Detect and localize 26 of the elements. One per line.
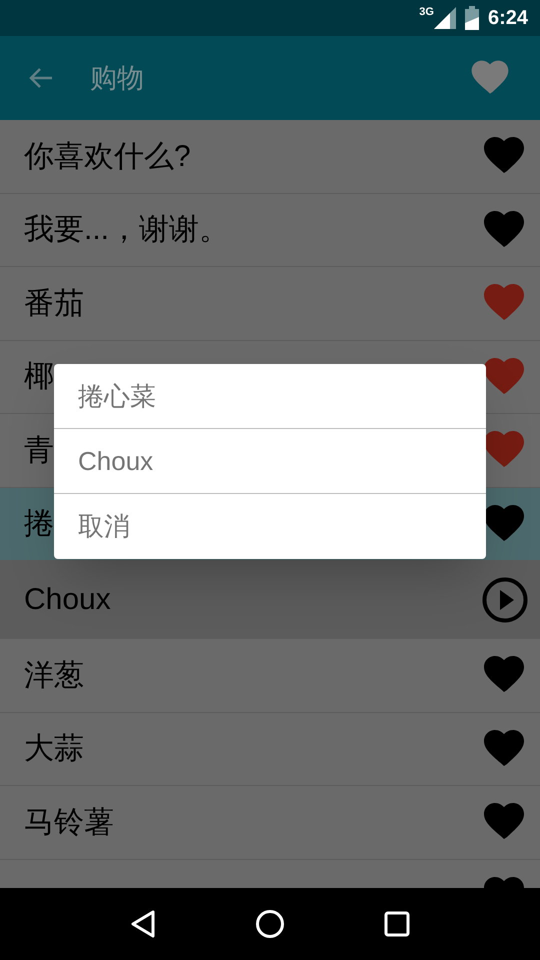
recents-icon[interactable] [384,911,410,937]
row-text: 椰 [24,359,54,396]
row-text: 马铃薯 [24,804,114,841]
dialog-option[interactable]: 捲心菜 [54,364,486,429]
row-text: 你喜欢什么? [24,138,191,175]
app-title: 购物 [90,62,144,95]
row-text: 青 [24,432,54,469]
play-icon[interactable] [482,576,528,622]
row-text: 捲 [24,506,54,542]
row-text: 洋葱 [24,658,84,694]
dialog-option[interactable]: 取消 [54,494,486,559]
list-row[interactable]: 大蒜 [0,712,540,786]
back-arrow-icon[interactable] [28,66,54,90]
network-label: 3G [419,7,434,18]
row-text: 大蒜 [24,731,84,768]
list-row[interactable]: Choux [0,561,540,639]
row-text: 我要...，谢谢。 [24,212,230,248]
back-icon[interactable] [130,909,156,939]
battery-icon [464,6,480,30]
signal-icon [434,7,456,29]
list-row[interactable]: 我要...，谢谢。 [0,194,540,267]
clock: 6:24 [488,6,528,31]
home-icon[interactable] [254,909,285,939]
dialog-option[interactable]: Choux [54,429,486,494]
row-text: Choux [24,582,111,618]
row-text: 番茄 [24,286,84,322]
